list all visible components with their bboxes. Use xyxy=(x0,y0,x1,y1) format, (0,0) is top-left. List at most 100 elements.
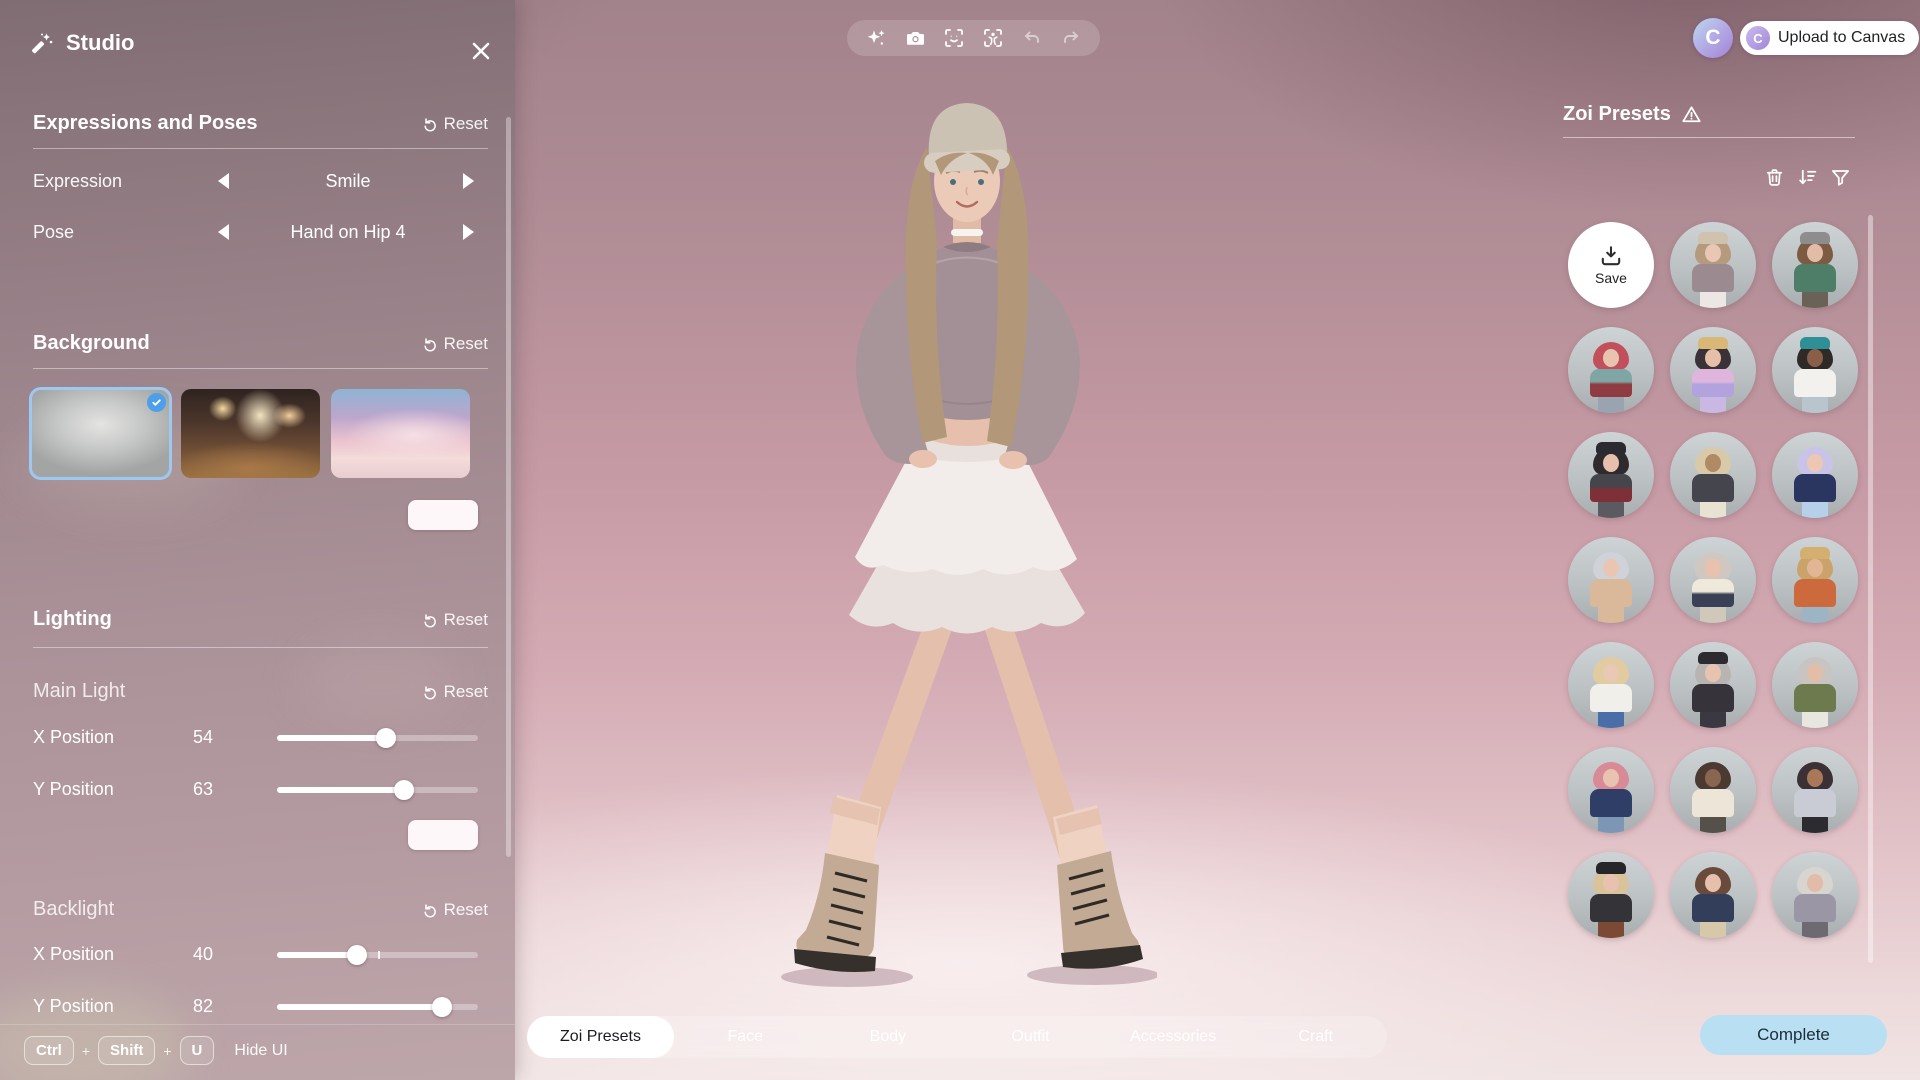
panel-title: Studio xyxy=(30,30,134,56)
divider xyxy=(33,647,488,648)
main-light-reset-button[interactable]: Reset xyxy=(422,682,488,702)
undo-icon[interactable] xyxy=(1021,27,1043,49)
preset-avatar-16[interactable] xyxy=(1670,747,1756,833)
camera-icon[interactable] xyxy=(904,27,926,49)
tab-face[interactable]: Face xyxy=(674,1016,817,1058)
viewport-toolbar xyxy=(847,20,1100,56)
hide-ui-shortcut: Ctrl + Shift + U Hide UI xyxy=(24,1036,288,1065)
preset-avatar-2[interactable] xyxy=(1772,222,1858,308)
complete-button[interactable]: Complete xyxy=(1700,1015,1887,1055)
preset-avatar-13[interactable] xyxy=(1670,642,1756,728)
preset-avatar-12[interactable] xyxy=(1568,642,1654,728)
preset-avatar-9[interactable] xyxy=(1568,537,1654,623)
preset-avatar-19[interactable] xyxy=(1670,852,1756,938)
main-light-y-slider[interactable] xyxy=(277,779,478,801)
tab-craft[interactable]: Craft xyxy=(1244,1016,1387,1058)
save-preset-button[interactable]: Save xyxy=(1568,222,1654,308)
background-thumbnail-cozy-room[interactable] xyxy=(181,389,320,478)
app-logo-button[interactable]: C xyxy=(1693,18,1733,58)
warning-icon[interactable] xyxy=(1681,104,1702,125)
section-title: Expressions and Poses xyxy=(33,112,258,135)
slider-knob[interactable] xyxy=(376,728,396,748)
background-thumbnail-studio-gray[interactable] xyxy=(31,389,170,478)
slider-knob[interactable] xyxy=(394,780,414,800)
tab-body[interactable]: Body xyxy=(817,1016,960,1058)
face-scan-icon[interactable] xyxy=(943,27,965,49)
ai-enhance-icon[interactable] xyxy=(865,27,887,49)
section-title: Background xyxy=(33,332,150,355)
slider-knob[interactable] xyxy=(432,997,452,1017)
preset-avatar-17[interactable] xyxy=(1772,747,1858,833)
backlight-reset-button[interactable]: Reset xyxy=(422,900,488,920)
main-light-x-slider[interactable] xyxy=(277,727,478,749)
bottom-tab-bar: Zoi PresetsFaceBodyOutfitAccessoriesCraf… xyxy=(527,1016,1387,1058)
complete-button-label: Complete xyxy=(1757,1025,1830,1045)
preset-avatar-5[interactable] xyxy=(1772,327,1858,413)
slider-knob[interactable] xyxy=(347,945,367,965)
presets-title: Zoi Presets xyxy=(1563,103,1671,126)
backlight-y-slider[interactable] xyxy=(277,996,478,1018)
preset-avatar-7[interactable] xyxy=(1670,432,1756,518)
preset-avatar-18[interactable] xyxy=(1568,852,1654,938)
slider-value: 63 xyxy=(173,779,233,800)
slider-fill xyxy=(277,735,386,741)
download-icon xyxy=(1599,245,1623,267)
slider-fill xyxy=(277,952,357,958)
background-section-header: Background Reset xyxy=(33,332,488,355)
save-label: Save xyxy=(1595,270,1627,286)
main-light-color-swatch[interactable] xyxy=(408,820,478,850)
preset-grid: Save xyxy=(1568,222,1870,938)
left-panel-scrollbar[interactable] xyxy=(506,117,511,857)
divider xyxy=(0,1024,515,1025)
selected-check-icon xyxy=(147,393,166,412)
tab-zoi-presets[interactable]: Zoi Presets xyxy=(527,1016,674,1058)
expression-next-arrow[interactable] xyxy=(463,173,474,189)
filter-icon[interactable] xyxy=(1829,166,1851,188)
expressions-reset-button[interactable]: Reset xyxy=(422,114,488,134)
preset-avatar-20[interactable] xyxy=(1772,852,1858,938)
upload-button-label: Upload to Canvas xyxy=(1778,29,1905,47)
background-thumbnails xyxy=(31,389,470,478)
plus-sign: + xyxy=(163,1043,171,1059)
divider xyxy=(1563,137,1855,138)
preset-avatar-6[interactable] xyxy=(1568,432,1654,518)
background-reset-button[interactable]: Reset xyxy=(422,334,488,354)
lighting-reset-button[interactable]: Reset xyxy=(422,610,488,630)
main-light-x-row: X Position 54 xyxy=(33,723,488,753)
tab-accessories[interactable]: Accessories xyxy=(1102,1016,1245,1058)
preset-avatar-1[interactable] xyxy=(1670,222,1756,308)
slider-label: X Position xyxy=(33,727,114,748)
upload-to-canvas-button[interactable]: C Upload to Canvas xyxy=(1740,21,1919,55)
sort-icon[interactable] xyxy=(1796,166,1818,188)
app-logo-letter: C xyxy=(1705,26,1720,50)
preset-avatar-10[interactable] xyxy=(1670,537,1756,623)
expression-row: Expression Smile xyxy=(33,166,488,196)
preset-avatar-15[interactable] xyxy=(1568,747,1654,833)
preset-avatar-14[interactable] xyxy=(1772,642,1858,728)
expression-label: Expression xyxy=(33,171,122,192)
background-thumbnail-pink-sky[interactable] xyxy=(331,389,470,478)
divider xyxy=(33,368,488,369)
backlight-x-slider[interactable] xyxy=(277,944,478,966)
preset-avatar-3[interactable] xyxy=(1568,327,1654,413)
slider-value: 82 xyxy=(173,996,233,1017)
pose-label: Pose xyxy=(33,222,74,243)
expression-prev-arrow[interactable] xyxy=(218,173,229,189)
hide-ui-label: Hide UI xyxy=(234,1042,287,1060)
pose-prev-arrow[interactable] xyxy=(218,224,229,240)
studio-screen: Studio Expressions and Poses Reset Expre… xyxy=(0,0,1920,1080)
subsection-title: Backlight xyxy=(33,898,114,921)
pose-row: Pose Hand on Hip 4 xyxy=(33,217,488,247)
section-title: Lighting xyxy=(33,608,112,631)
tab-outfit[interactable]: Outfit xyxy=(959,1016,1102,1058)
body-scan-icon[interactable] xyxy=(982,27,1004,49)
pose-next-arrow[interactable] xyxy=(463,224,474,240)
preset-avatar-4[interactable] xyxy=(1670,327,1756,413)
preset-avatar-11[interactable] xyxy=(1772,537,1858,623)
background-color-swatch[interactable] xyxy=(408,500,478,530)
preset-avatar-8[interactable] xyxy=(1772,432,1858,518)
presets-scrollbar[interactable] xyxy=(1868,215,1873,963)
redo-icon[interactable] xyxy=(1060,27,1082,49)
delete-icon[interactable] xyxy=(1763,166,1785,188)
close-icon[interactable] xyxy=(466,36,496,66)
